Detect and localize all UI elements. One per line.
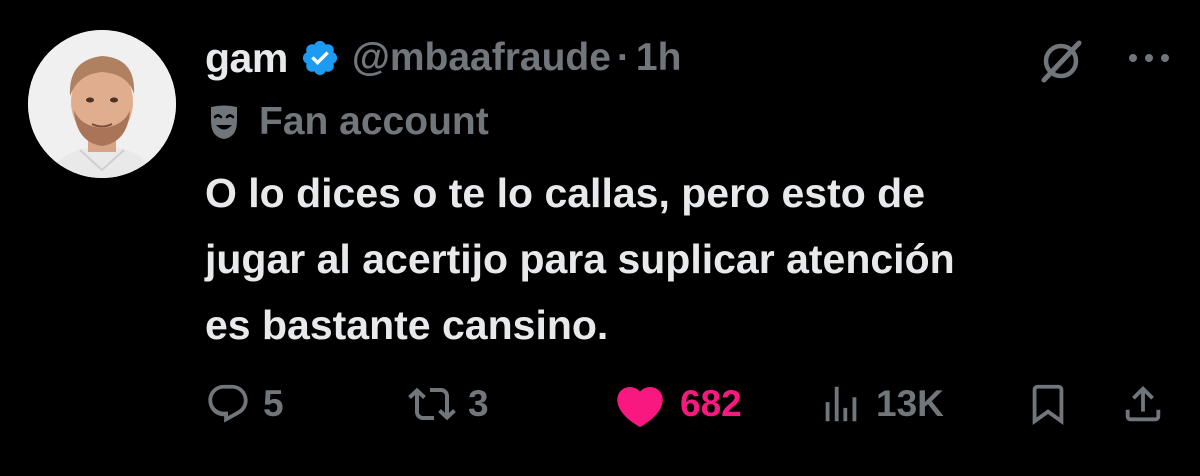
share-icon bbox=[1125, 385, 1161, 422]
like-count: 682 bbox=[680, 383, 742, 424]
views-count: 13K bbox=[876, 383, 944, 424]
reply-button[interactable]: 5 bbox=[205, 378, 284, 430]
reply-icon bbox=[208, 384, 248, 423]
bookmark-button[interactable] bbox=[1025, 378, 1071, 430]
tweet-text-line: jugar al acertijo para suplicar atención bbox=[205, 236, 955, 282]
like-button[interactable]: 682 bbox=[612, 378, 742, 430]
user-handle[interactable]: @mbaafraude bbox=[352, 36, 611, 80]
account-label[interactable]: Fan account bbox=[205, 96, 489, 148]
heart-icon bbox=[617, 386, 663, 428]
timestamp[interactable]: 1h bbox=[636, 36, 682, 80]
avatar-photo bbox=[28, 30, 176, 178]
views-icon bbox=[825, 386, 857, 422]
repost-count: 3 bbox=[468, 383, 489, 424]
share-button[interactable] bbox=[1120, 378, 1166, 430]
more-options-icon[interactable] bbox=[1125, 50, 1173, 66]
repost-button[interactable]: 3 bbox=[408, 378, 489, 430]
theater-mask-icon bbox=[211, 105, 237, 139]
tweet-card[interactable]: gam @mbaafraude · 1h Fan account O lo di… bbox=[0, 0, 1200, 476]
tweet-text: O lo dices o te lo callas, pero esto de … bbox=[205, 160, 1165, 358]
tweet-text-line: O lo dices o te lo callas, pero esto de bbox=[205, 170, 926, 216]
bookmark-icon bbox=[1032, 384, 1064, 425]
reply-count: 5 bbox=[263, 383, 284, 424]
repost-icon bbox=[408, 387, 456, 421]
tweet-header: gam @mbaafraude · 1h bbox=[205, 30, 681, 86]
display-name[interactable]: gam bbox=[205, 35, 288, 82]
avatar[interactable] bbox=[28, 30, 176, 178]
grok-icon[interactable] bbox=[1036, 36, 1086, 86]
verified-badge-icon bbox=[302, 40, 337, 76]
account-label-text: Fan account bbox=[259, 100, 489, 143]
views-button[interactable]: 13K bbox=[818, 378, 944, 430]
separator-dot: · bbox=[616, 36, 630, 79]
tweet-text-line: es bastante cansino. bbox=[205, 302, 609, 348]
